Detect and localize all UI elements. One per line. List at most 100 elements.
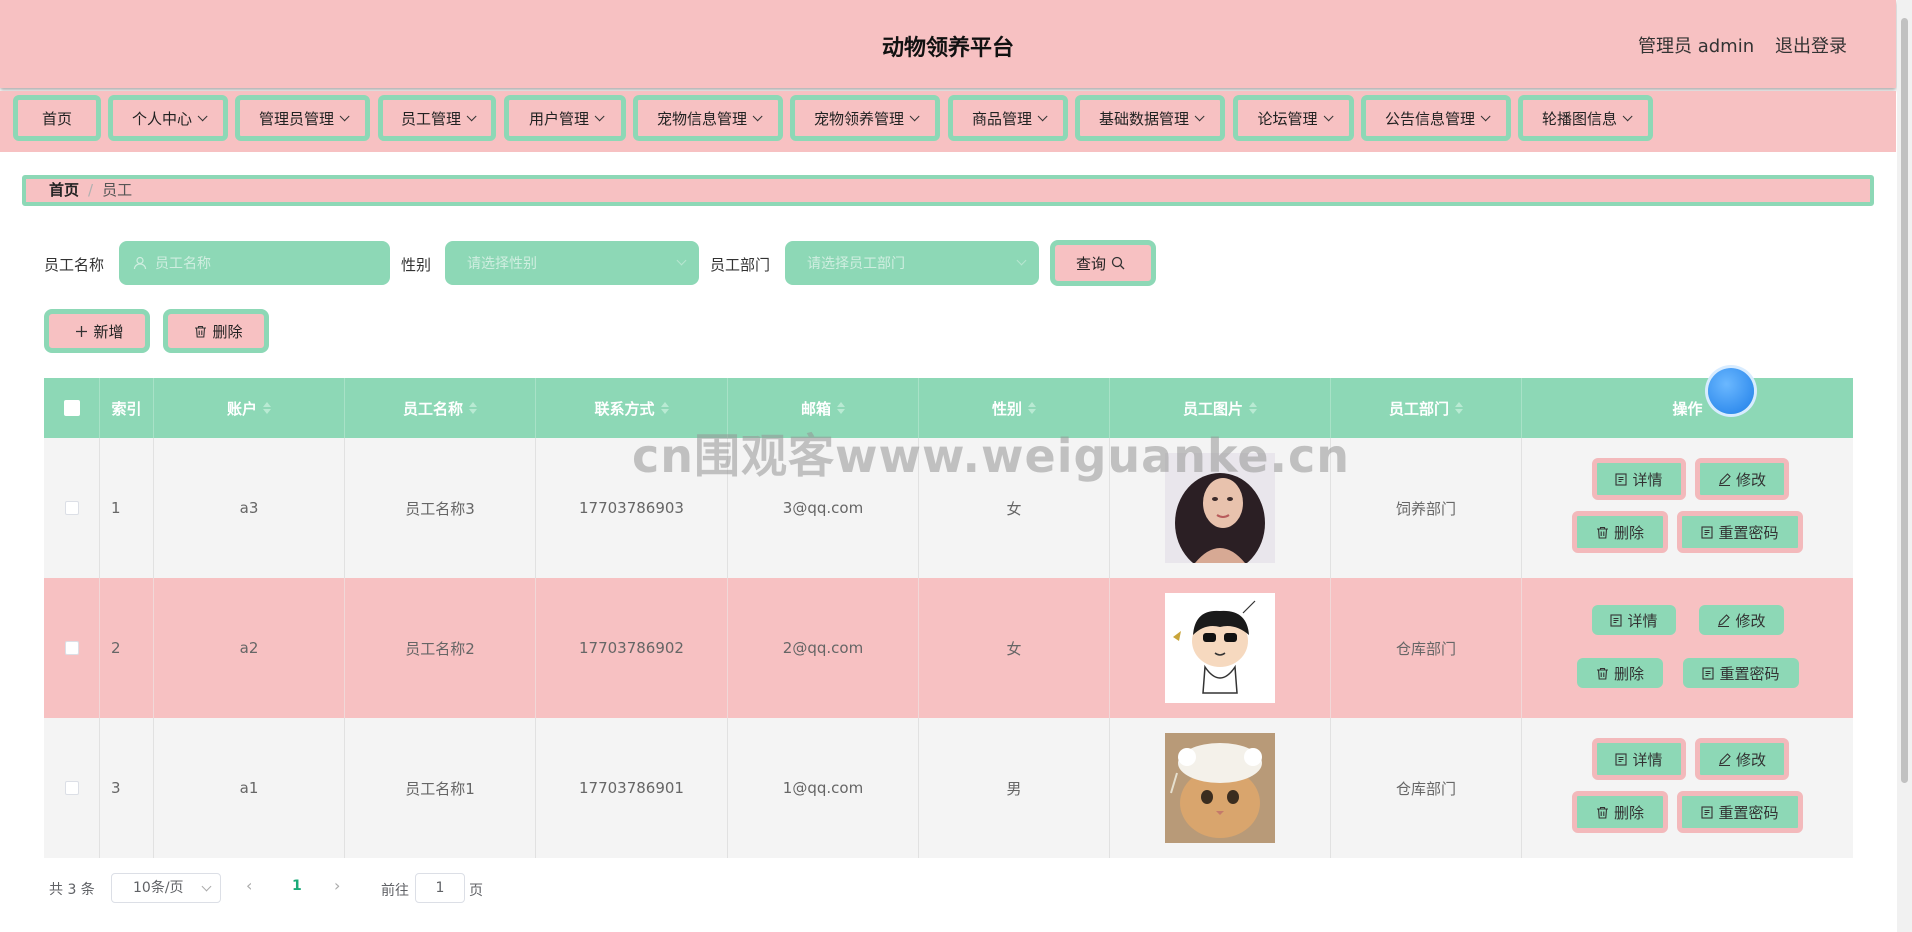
- edit-button[interactable]: 修改: [1695, 738, 1789, 780]
- edit-label: 修改: [1735, 470, 1766, 489]
- batch-delete-button[interactable]: 删除: [163, 309, 269, 353]
- nav-item-forum[interactable]: 论坛管理: [1233, 95, 1354, 141]
- header-actions: 操作: [1522, 378, 1853, 438]
- header-name-label: 员工名称: [402, 399, 463, 418]
- gender-filter-label: 性别: [401, 256, 432, 274]
- chevron-down-icon: [909, 110, 920, 121]
- header-account[interactable]: 账户: [154, 378, 345, 438]
- nav-item-pets[interactable]: 宠物信息管理: [633, 95, 783, 141]
- watermark: cn围观客www.weiguanke.cn: [632, 429, 1351, 483]
- nav-item-profile[interactable]: 个人中心: [108, 95, 228, 141]
- edit-label: 修改: [1735, 611, 1766, 630]
- detail-button[interactable]: 详情: [1592, 738, 1686, 780]
- edit-button[interactable]: 修改: [1699, 605, 1784, 635]
- header-email-label: 邮箱: [800, 399, 831, 418]
- detail-button[interactable]: 详情: [1592, 605, 1676, 635]
- chevron-down-icon: [197, 110, 208, 121]
- delete-button[interactable]: 删除: [1577, 658, 1663, 688]
- page-size-value: 10条/页: [133, 880, 184, 896]
- gender-select-placeholder: 请选择性别: [467, 256, 537, 272]
- delete-button[interactable]: 删除: [1572, 791, 1668, 833]
- row-checkbox[interactable]: [64, 781, 79, 795]
- sort-icon[interactable]: [1028, 401, 1036, 415]
- add-button[interactable]: 新增: [44, 309, 150, 353]
- prev-page-button[interactable]: ‹: [246, 876, 252, 895]
- row-select[interactable]: [44, 718, 100, 858]
- top-header: 动物领养平台 管理员 admin 退出登录: [0, 0, 1896, 88]
- sort-icon[interactable]: [660, 401, 669, 415]
- name-filter-input[interactable]: 员工名称: [119, 241, 390, 285]
- floating-assistant-icon[interactable]: [1708, 368, 1754, 414]
- reset-password-button[interactable]: 重置密码: [1677, 511, 1803, 553]
- delete-button[interactable]: 删除: [1572, 511, 1668, 553]
- header-gender-label: 性别: [991, 399, 1022, 418]
- edit-button[interactable]: 修改: [1695, 458, 1789, 500]
- sort-icon[interactable]: [263, 401, 271, 415]
- header-dept[interactable]: 员工部门: [1331, 378, 1522, 438]
- sort-icon[interactable]: [469, 401, 477, 415]
- delete-label: 删除: [1613, 803, 1644, 822]
- row-checkbox[interactable]: [64, 641, 79, 655]
- delete-label: 删除: [1613, 523, 1644, 542]
- cell-photo: [1110, 718, 1331, 858]
- reset-password-button[interactable]: 重置密码: [1683, 658, 1799, 688]
- cell-name: 员工名称2: [345, 578, 536, 718]
- goto-page-input[interactable]: 1: [415, 873, 465, 903]
- cell-name: 员工名称1: [345, 718, 536, 858]
- nav-label: 论坛管理: [1257, 109, 1318, 128]
- nav-item-carousel[interactable]: 轮播图信息: [1518, 95, 1653, 141]
- page-size-select[interactable]: 10条/页: [111, 873, 221, 903]
- cell-actions: 详情 修改 删除 重置密码: [1522, 578, 1853, 718]
- nav-item-staff[interactable]: 员工管理: [378, 95, 496, 141]
- next-page-button[interactable]: ›: [334, 876, 340, 895]
- cell-phone: 17703786902: [536, 578, 728, 718]
- edit-icon: [1718, 752, 1731, 766]
- document-icon: [1615, 752, 1628, 766]
- pagination-total: 共 3 条: [49, 882, 95, 898]
- nav-label: 管理员管理: [258, 109, 334, 128]
- sort-icon[interactable]: [1455, 401, 1463, 415]
- gender-select[interactable]: 请选择性别: [445, 241, 699, 285]
- header-account-label: 账户: [226, 399, 257, 418]
- sort-icon[interactable]: [837, 401, 845, 415]
- row-select[interactable]: [44, 578, 100, 718]
- reset-password-button[interactable]: 重置密码: [1677, 791, 1803, 833]
- header-select-all[interactable]: [44, 378, 100, 438]
- nav-item-home[interactable]: 首页: [13, 95, 101, 141]
- query-button-label: 查询: [1075, 254, 1106, 273]
- name-filter-placeholder: 员工名称: [155, 256, 211, 272]
- main-nav: 首页 个人中心 管理员管理 员工管理 用户管理 宠物信息管理 宠物领养管理 商品…: [0, 91, 1896, 152]
- query-button[interactable]: 查询: [1050, 240, 1156, 286]
- sort-icon[interactable]: [1249, 401, 1257, 415]
- nav-item-notice[interactable]: 公告信息管理: [1361, 95, 1511, 141]
- row-checkbox[interactable]: [64, 501, 79, 515]
- detail-button[interactable]: 详情: [1592, 458, 1686, 500]
- dept-select-placeholder: 请选择员工部门: [807, 256, 905, 272]
- cell-dept: 饲养部门: [1331, 438, 1522, 578]
- cell-account: a2: [154, 578, 345, 718]
- cell-phone: 17703786901: [536, 718, 728, 858]
- nav-item-basedata[interactable]: 基础数据管理: [1075, 95, 1225, 141]
- cell-index: 3: [100, 718, 154, 858]
- nav-label: 用户管理: [528, 109, 589, 128]
- header-name[interactable]: 员工名称: [345, 378, 536, 438]
- page-scrollbar[interactable]: [1897, 0, 1912, 932]
- chevron-down-icon: [1016, 255, 1027, 266]
- logout-link[interactable]: 退出登录: [1775, 32, 1847, 58]
- select-all-checkbox[interactable]: [63, 400, 80, 416]
- cell-photo: [1110, 578, 1331, 718]
- nav-label: 首页: [41, 109, 72, 128]
- nav-item-users[interactable]: 用户管理: [504, 95, 626, 141]
- staff-photo: [1165, 593, 1275, 703]
- reset-password-label: 重置密码: [1719, 664, 1780, 683]
- nav-item-goods[interactable]: 商品管理: [948, 95, 1068, 141]
- nav-item-adoption[interactable]: 宠物领养管理: [790, 95, 940, 141]
- page-number-current[interactable]: 1: [292, 878, 302, 894]
- dept-select[interactable]: 请选择员工部门: [785, 241, 1039, 285]
- row-select[interactable]: [44, 438, 100, 578]
- reset-password-label: 重置密码: [1718, 523, 1779, 542]
- scrollbar-thumb[interactable]: [1901, 18, 1908, 783]
- nav-item-admin[interactable]: 管理员管理: [235, 95, 370, 141]
- breadcrumb-home[interactable]: 首页: [49, 181, 79, 199]
- cell-actions: 详情 修改 删除 重置密码: [1522, 718, 1853, 858]
